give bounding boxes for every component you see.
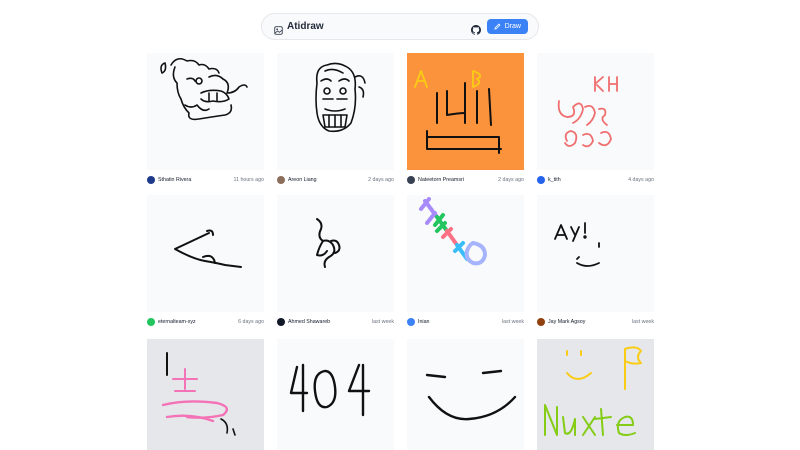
drawing-canvas[interactable] [277, 339, 394, 450]
drawing-canvas[interactable] [407, 339, 524, 450]
github-icon[interactable] [470, 22, 481, 35]
drawing-image [425, 369, 517, 421]
timestamp: 4 days ago [628, 177, 654, 183]
app-header: Atidraw Draw [261, 13, 539, 40]
timestamp: 6 days ago [238, 319, 264, 325]
drawing-card[interactable]: Jay Mark Agsoy last week [537, 195, 654, 329]
drawing-canvas[interactable] [147, 53, 264, 170]
drawing-meta: eternalteam-xyz 6 days ago [147, 315, 264, 329]
drawing-image [174, 229, 242, 268]
drawing-card[interactable]: Areon Liang 2 days ago [277, 53, 394, 187]
drawing-canvas[interactable] [407, 195, 524, 312]
drawing-canvas[interactable] [147, 339, 264, 450]
avatar [277, 176, 285, 184]
avatar [537, 318, 545, 326]
drawing-meta: Inian last week [407, 315, 524, 329]
drawing-card[interactable]: Ahmed Shawareb last week [277, 195, 394, 329]
draw-button-label: Draw [504, 23, 521, 30]
drawing-image [419, 197, 487, 266]
drawing-canvas[interactable] [537, 339, 654, 450]
author-name[interactable]: Nateetorn Preamsri [418, 177, 498, 183]
drawing-image [414, 70, 502, 154]
drawing-meta: Ahmed Shawareb last week [277, 315, 394, 329]
timestamp: 2 days ago [368, 177, 394, 183]
author-name[interactable]: k_tith [548, 177, 628, 183]
app-title: Atidraw [287, 21, 324, 32]
avatar [147, 176, 155, 184]
avatar [407, 176, 415, 184]
drawing-meta: Nateetorn Preamsri 2 days ago [407, 173, 524, 187]
drawing-canvas[interactable] [407, 53, 524, 170]
drawing-card[interactable] [537, 339, 654, 450]
avatar [147, 318, 155, 326]
avatar [407, 318, 415, 326]
drawing-card[interactable] [407, 339, 524, 450]
drawing-card[interactable] [147, 339, 264, 450]
drawing-card[interactable]: k_tith 4 days ago [537, 53, 654, 187]
drawing-image [289, 363, 371, 417]
timestamp: last week [501, 319, 524, 325]
drawing-image [554, 222, 600, 267]
drawing-meta: k_tith 4 days ago [537, 173, 654, 187]
author-name[interactable]: Sthatin Rivera [158, 177, 233, 183]
author-name[interactable]: eternalteam-xyz [158, 319, 238, 325]
drawing-canvas[interactable] [147, 195, 264, 312]
drawing-card[interactable]: eternalteam-xyz 6 days ago [147, 195, 264, 329]
timestamp: last week [631, 319, 654, 325]
author-name[interactable]: Jay Mark Agsoy [548, 319, 632, 325]
drawing-canvas[interactable] [537, 53, 654, 170]
pencil-icon [493, 23, 501, 30]
drawing-canvas[interactable] [537, 195, 654, 312]
drawing-card[interactable]: Inian last week [407, 195, 524, 329]
draw-button[interactable]: Draw [486, 19, 528, 34]
drawing-image [160, 57, 248, 121]
drawing-meta: Jay Mark Agsoy last week [537, 315, 654, 329]
drawing-meta: Areon Liang 2 days ago [277, 173, 394, 187]
drawing-meta: Sthatin Rivera 11 hours ago [147, 173, 264, 187]
drawing-card[interactable] [277, 339, 394, 450]
brand-link[interactable]: Atidraw [274, 21, 471, 35]
drawing-image [557, 76, 618, 148]
timestamp: 11 hours ago [233, 177, 264, 183]
timestamp: 2 days ago [498, 177, 524, 183]
drawing-image [544, 346, 642, 436]
timestamp: last week [371, 319, 394, 325]
author-name[interactable]: Ahmed Shawareb [288, 319, 372, 325]
drawing-card[interactable]: Sthatin Rivera 11 hours ago [147, 53, 264, 187]
drawing-image [315, 62, 366, 133]
drawing-canvas[interactable] [277, 195, 394, 312]
avatar [537, 176, 545, 184]
drawing-image [316, 218, 341, 268]
drawing-image [161, 352, 236, 436]
author-name[interactable]: Areon Liang [288, 177, 368, 183]
image-icon [274, 22, 283, 35]
avatar [277, 318, 285, 326]
author-name[interactable]: Inian [418, 319, 502, 325]
drawing-card[interactable]: Nateetorn Preamsri 2 days ago [407, 53, 524, 187]
drawing-canvas[interactable] [277, 53, 394, 170]
